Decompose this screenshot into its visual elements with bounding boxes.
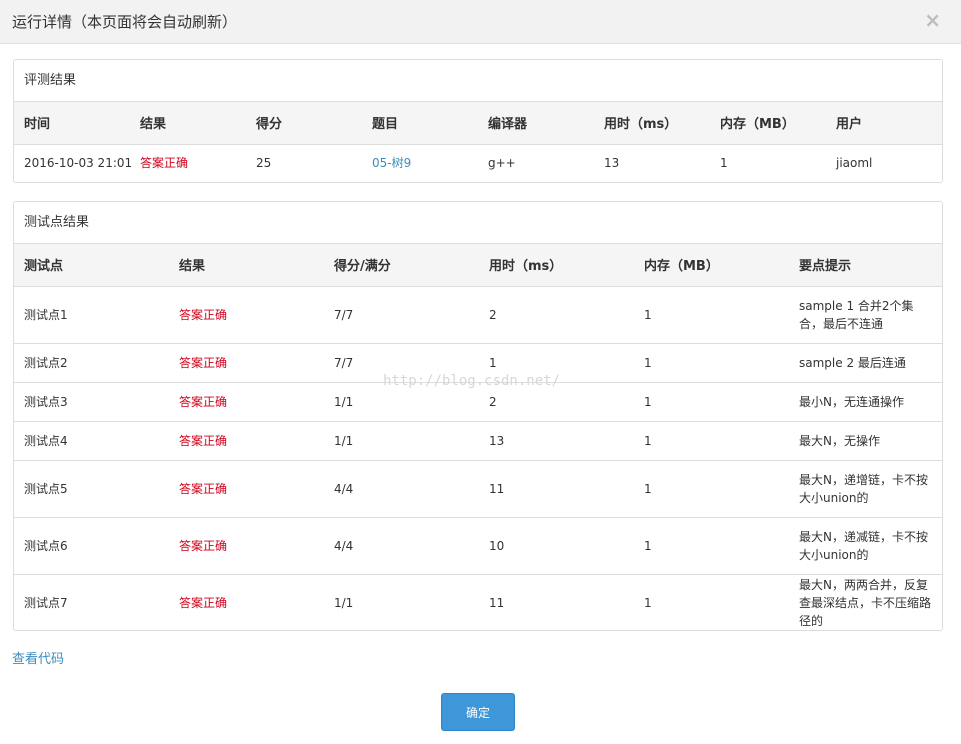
- test-time: 13: [479, 420, 634, 460]
- column-header-compiler: 编译器: [478, 102, 594, 145]
- test-result: 答案正确: [169, 381, 324, 421]
- table-row: 测试点6 答案正确 4/4 10 1 最大N，递减链，卡不按大小union的: [14, 516, 942, 574]
- test-hint: sample 2 最后连通: [789, 342, 942, 382]
- view-code-link[interactable]: 查看代码: [12, 648, 64, 667]
- column-header-hint: 要点提示: [789, 244, 942, 287]
- test-memory: 1: [634, 420, 789, 460]
- compiler: g++: [488, 156, 516, 171]
- confirm-button[interactable]: 确定: [441, 693, 515, 731]
- test-time: 2: [489, 307, 497, 322]
- modal-title: 运行详情（本页面将会自动刷新）: [12, 13, 238, 31]
- column-header-problem: 题目: [362, 102, 478, 145]
- test-hint: 最大N，无操作: [789, 420, 942, 460]
- test-score: 4/4: [324, 459, 479, 517]
- column-header-result: 结果: [169, 244, 324, 287]
- judge-header-row: 时间 结果 得分 题目 编译器 用时（ms） 内存（MB） 用户: [14, 102, 942, 145]
- test-header-row: 测试点 结果 得分/满分 用时（ms） 内存（MB） 要点提示: [14, 244, 942, 287]
- test-result: 答案正确: [179, 307, 228, 322]
- test-time: 11: [479, 459, 634, 517]
- score: 25: [256, 156, 272, 171]
- table-row: 测试点1 答案正确 7/7 2 1 sample 1 合并2个集合，最后不连通: [14, 286, 942, 343]
- modal-header: 运行详情（本页面将会自动刷新） ×: [0, 0, 961, 44]
- test-name: 测试点3: [14, 381, 169, 421]
- test-memory: 1: [634, 459, 789, 517]
- test-result-heading: 测试点结果: [14, 202, 942, 244]
- test-name: 测试点5: [14, 459, 169, 517]
- test-memory: 1: [634, 573, 789, 630]
- test-name: 测试点1: [24, 307, 68, 322]
- column-header-score: 得分/满分: [324, 244, 479, 287]
- test-hint: 最大N，递增链，卡不按大小union的: [789, 459, 942, 517]
- test-memory: 1: [644, 307, 652, 322]
- watermark: http://blog.csdn.net/: [383, 373, 561, 389]
- test-time: 10: [479, 516, 634, 574]
- test-hint: 最大N，两两合并，反复查最深结点，卡不压缩路径的: [789, 573, 942, 630]
- table-row: 测试点5 答案正确 4/4 11 1 最大N，递增链，卡不按大小union的: [14, 459, 942, 517]
- test-name: 测试点4: [14, 420, 169, 460]
- test-name: 测试点6: [14, 516, 169, 574]
- test-time: 11: [479, 573, 634, 630]
- time-ms: 13: [604, 156, 620, 171]
- memory-mb: 1: [720, 156, 728, 171]
- test-hint: sample 1 合并2个集合，最后不连通: [799, 298, 914, 331]
- test-score: 4/4: [324, 516, 479, 574]
- table-row: 测试点7 答案正确 1/1 11 1 最大N，两两合并，反复查最深结点，卡不压缩…: [14, 573, 942, 630]
- user-name: jiaoml: [836, 156, 873, 171]
- judge-result-table: 时间 结果 得分 题目 编译器 用时（ms） 内存（MB） 用户 2016-10…: [14, 102, 942, 182]
- table-row: 2016-10-03 21:01 答案正确 25 05-树9 g++ 13 1 …: [14, 144, 942, 182]
- test-result: 答案正确: [169, 420, 324, 460]
- result-status: 答案正确: [140, 156, 189, 171]
- test-result: 答案正确: [169, 342, 324, 382]
- column-header-test: 测试点: [14, 244, 169, 287]
- judge-result-heading: 评测结果: [14, 60, 942, 102]
- test-memory: 1: [634, 381, 789, 421]
- test-result: 答案正确: [169, 516, 324, 574]
- test-name: 测试点2: [14, 342, 169, 382]
- column-header-time-ms: 用时（ms）: [594, 102, 710, 145]
- test-score: 7/7: [334, 307, 354, 322]
- test-result: 答案正确: [169, 573, 324, 630]
- test-score: 1/1: [324, 420, 479, 460]
- column-header-user: 用户: [826, 102, 942, 145]
- column-header-score: 得分: [246, 102, 362, 145]
- submit-time: 2016-10-03 21:01: [24, 156, 133, 171]
- test-hint: 最小N，无连通操作: [789, 381, 942, 421]
- close-icon[interactable]: ×: [924, 10, 941, 30]
- column-header-time-ms: 用时（ms）: [479, 244, 634, 287]
- test-name: 测试点7: [14, 573, 169, 630]
- test-result-table: 测试点 结果 得分/满分 用时（ms） 内存（MB） 要点提示 测试点1 答案正…: [14, 244, 942, 630]
- column-header-memory: 内存（MB）: [634, 244, 789, 287]
- test-hint: 最大N，递减链，卡不按大小union的: [789, 516, 942, 574]
- problem-link[interactable]: 05-树9: [372, 156, 411, 170]
- column-header-result: 结果: [130, 102, 246, 145]
- test-memory: 1: [634, 342, 789, 382]
- column-header-memory: 内存（MB）: [710, 102, 826, 145]
- column-header-time: 时间: [14, 102, 130, 145]
- test-result-panel: 测试点结果 测试点 结果 得分/满分 用时（ms） 内存（MB） 要点提示 测试…: [13, 201, 943, 631]
- judge-result-panel: 评测结果 时间 结果 得分 题目 编译器 用时（ms） 内存（MB） 用户 20…: [13, 59, 943, 183]
- test-result: 答案正确: [169, 459, 324, 517]
- test-score: 1/1: [324, 573, 479, 630]
- test-memory: 1: [634, 516, 789, 574]
- table-row: 测试点4 答案正确 1/1 13 1 最大N，无操作: [14, 420, 942, 460]
